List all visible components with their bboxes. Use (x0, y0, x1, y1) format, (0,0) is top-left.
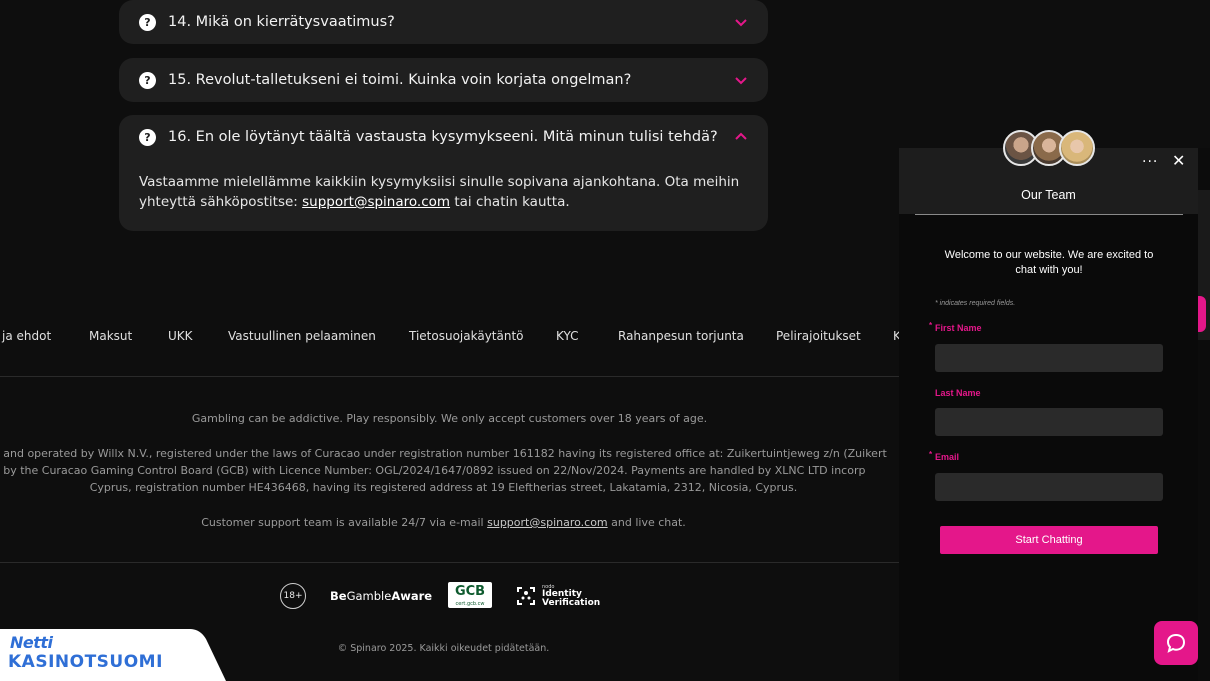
gcb-text: GCB (454, 584, 486, 599)
more-options-icon[interactable]: ··· (1142, 154, 1158, 170)
idv-text: Identity Verification (542, 590, 600, 608)
required-star: * (929, 450, 933, 459)
faq-item-16[interactable]: ? 16. En ole löytänyt täältä vastausta k… (119, 115, 768, 231)
last-name-input[interactable] (935, 408, 1163, 436)
footer-link-faq[interactable]: UKK (168, 329, 193, 343)
faq-question-text: 15. Revolut-talletukseni ei toimi. Kuink… (168, 72, 632, 88)
first-name-label-text: First Name (935, 323, 982, 333)
age-18-badge: 18+ (280, 583, 306, 609)
question-icon: ? (139, 71, 156, 89)
chat-bubble-icon (1166, 633, 1186, 653)
faq-question-text: 16. En ole löytänyt täältä vastausta kys… (168, 129, 718, 145)
chevron-down-icon[interactable] (734, 73, 748, 87)
footer-link-kyc[interactable]: KYC (556, 329, 579, 343)
footer-link-terms[interactable]: ja ehdot (2, 329, 51, 343)
identity-verification-logo: nodo Identity Verification (516, 584, 606, 608)
faq-item-14[interactable]: ? 14. Mikä on kierrätysvaatimus? (119, 0, 768, 44)
faq-answer-text-end: tai chatin kautta. (450, 194, 570, 210)
start-chatting-button[interactable]: Start Chatting (940, 526, 1158, 554)
chat-welcome-message: Welcome to our website. We are excited t… (944, 249, 1154, 276)
chat-title: Our Team (1021, 188, 1076, 202)
faq-answer-16: Vastaamme mielellämme kaikkiin kysymyksi… (119, 159, 768, 232)
gambling-notice: Gambling can be addictive. Play responsi… (191, 412, 708, 425)
support-notice: Customer support team is available 24/7 … (0, 514, 887, 531)
gamble-aware-be: Be (330, 589, 347, 603)
chevron-down-icon[interactable] (734, 15, 748, 29)
first-name-label: * First Name (929, 321, 982, 333)
legal-text-line-3: Cyprus, registration number HE436468, ha… (89, 481, 798, 494)
footer-link-responsible-gaming[interactable]: Vastuullinen pelaaminen (228, 329, 376, 343)
close-icon[interactable]: ✕ (1172, 151, 1185, 170)
gamble-aware-gamble: Gamble (346, 589, 392, 603)
required-fields-note: * indicates required fields. (935, 300, 1016, 307)
footer-link-aml[interactable]: Rahanpesun torjunta (618, 329, 744, 343)
footer-link-privacy[interactable]: Tietosuojakäytäntö (409, 329, 524, 343)
faq-question-14[interactable]: ? 14. Mikä on kierrätysvaatimus? (119, 0, 768, 44)
email-label-text: Email (935, 452, 960, 462)
faq-question-16[interactable]: ? 16. En ole löytänyt täältä vastausta k… (119, 115, 768, 159)
begambleaware-logo[interactable]: BeGambleAware (330, 589, 432, 603)
team-avatars (1003, 130, 1095, 166)
gamble-aware-aware: Aware (391, 589, 433, 603)
support-text: Customer support team is available 24/7 … (201, 516, 488, 529)
footer-divider-2 (0, 562, 899, 563)
support-email-link[interactable]: support@spinaro.com (302, 194, 450, 210)
logo-text-netti: Netti (10, 633, 53, 652)
chat-header-divider (915, 214, 1183, 215)
avatar (1059, 130, 1095, 166)
footer-divider (0, 376, 899, 377)
footer-support-email-link[interactable]: support@spinaro.com (487, 516, 608, 529)
email-input[interactable] (935, 473, 1163, 501)
footer-link-payments[interactable]: Maksut (89, 329, 132, 343)
question-icon: ? (139, 128, 156, 146)
footer-nav: ja ehdot Maksut UKK Vastuullinen pelaami… (0, 329, 899, 345)
required-star: * (929, 321, 933, 330)
gcb-logo[interactable]: GCB cert.gcb.cw (448, 582, 492, 608)
identity-icon (517, 587, 535, 605)
idv-line2: Verification (542, 598, 601, 608)
logo-text-kasinotsuomi: KASINOTSUOMI (8, 652, 163, 672)
legal-text-line-1: ed and operated by Willx N.V., registere… (0, 447, 887, 460)
faq-question-15[interactable]: ? 15. Revolut-talletukseni ei toimi. Kui… (119, 58, 768, 102)
gcb-subtext: cert.gcb.cw (455, 601, 485, 607)
footer-link-game-limits[interactable]: Pelirajoitukset (776, 329, 861, 343)
last-name-label-text: Last Name (935, 388, 981, 398)
last-name-label: Last Name (935, 388, 981, 398)
support-text-end: and live chat. (607, 516, 686, 529)
side-tab[interactable] (1198, 296, 1206, 332)
legal-text-line-2: ed by the Curacao Gaming Control Board (… (0, 464, 866, 477)
question-icon: ? (139, 13, 156, 31)
chat-launcher-button[interactable] (1154, 621, 1198, 665)
email-label: * Email (929, 450, 960, 462)
faq-question-text: 14. Mikä on kierrätysvaatimus? (168, 14, 395, 30)
faq-item-15[interactable]: ? 15. Revolut-talletukseni ei toimi. Kui… (119, 58, 768, 102)
chevron-up-icon[interactable] (734, 130, 748, 144)
first-name-input[interactable] (935, 344, 1163, 372)
